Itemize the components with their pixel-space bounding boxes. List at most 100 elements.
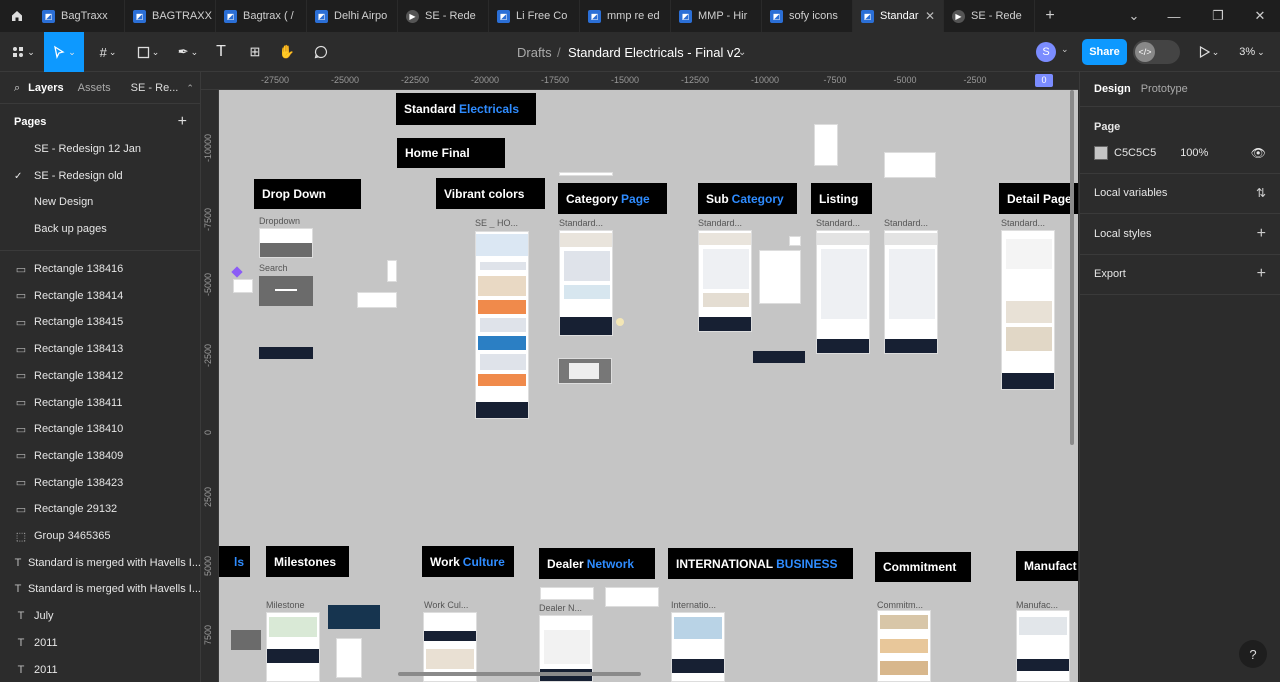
thumbnail-sub-category[interactable]: [698, 230, 752, 332]
layer-row[interactable]: ▭ Rectangle 29132: [0, 496, 200, 522]
thumbnail-small[interactable]: [336, 638, 362, 678]
tab-se-redesign-prototype-2[interactable]: ▶ SE - Rede: [944, 0, 1035, 32]
restore-icon[interactable]: ❐: [1196, 0, 1240, 32]
tab-assets[interactable]: Assets: [78, 82, 111, 94]
thumbnail-small[interactable]: [357, 292, 397, 308]
thumbnail-manufacturing[interactable]: [1016, 610, 1070, 682]
help-button[interactable]: ?: [1239, 640, 1267, 668]
frame-home-final[interactable]: Home Final: [397, 138, 505, 168]
move-tool-icon[interactable]: ⌄: [44, 32, 84, 72]
page-item[interactable]: Back up pages: [0, 216, 200, 242]
frame-commitment[interactable]: Commitment: [875, 552, 971, 582]
thumbnail-listing-popup[interactable]: [884, 152, 936, 178]
layer-row[interactable]: ▭ Rectangle 138412: [0, 363, 200, 389]
thumbnail-small[interactable]: [231, 630, 261, 650]
breadcrumb-drafts[interactable]: Drafts: [517, 32, 552, 72]
resources-icon[interactable]: ⊞: [244, 32, 266, 72]
local-styles-row[interactable]: Local styles +: [1094, 225, 1266, 243]
page-item[interactable]: New Design: [0, 189, 200, 215]
file-name[interactable]: Standard Electricals - Final v2: [568, 32, 741, 72]
page-opacity[interactable]: 100%: [1180, 147, 1208, 159]
text-tool-icon[interactable]: T: [210, 32, 232, 72]
eye-icon[interactable]: 👁: [1251, 146, 1266, 160]
variables-settings-icon[interactable]: ⇅: [1256, 186, 1266, 200]
thumbnail-dropdown[interactable]: [259, 228, 313, 258]
layer-row[interactable]: ⬚ Group 3465365: [0, 523, 200, 549]
frame-cut-left[interactable]: ls: [219, 546, 250, 577]
thumbnail-category-banner[interactable]: [558, 358, 612, 384]
chevron-up-icon[interactable]: ⌃: [186, 83, 194, 94]
hand-tool-icon[interactable]: ✋: [276, 32, 298, 72]
export-row[interactable]: Export +: [1094, 265, 1266, 282]
tab-prototype[interactable]: Prototype: [1141, 83, 1188, 95]
layer-row[interactable]: ▭ Rectangle 138410: [0, 416, 200, 442]
layer-row[interactable]: ▭ Rectangle 138409: [0, 443, 200, 469]
layer-row[interactable]: T Standard is merged with Havells I...: [0, 576, 200, 602]
layer-row[interactable]: ▭ Rectangle 138416: [0, 256, 200, 282]
horizontal-scrollbar[interactable]: [398, 672, 641, 676]
tab-bagtrax[interactable]: ◩ Bagtrax ( /: [216, 0, 307, 32]
main-menu-icon[interactable]: ⌄: [4, 32, 42, 72]
component-icon[interactable]: [231, 266, 243, 278]
minimize-icon[interactable]: —: [1152, 0, 1196, 32]
thumbnail-listing-mobile[interactable]: [814, 124, 838, 166]
thumbnail-detail-page[interactable]: [1001, 230, 1055, 390]
frame-tool-icon[interactable]: # ⌄: [90, 32, 126, 72]
tab-layers[interactable]: Layers: [28, 82, 63, 94]
add-style-plus-icon[interactable]: +: [1257, 225, 1266, 243]
frame-manufacturing[interactable]: Manufact: [1016, 551, 1078, 581]
present-play-icon[interactable]: ⌄: [1196, 32, 1222, 72]
share-button[interactable]: Share: [1082, 39, 1127, 65]
thumbnail-strip[interactable]: [559, 172, 613, 176]
thumbnail-sub-category-grid[interactable]: [759, 250, 801, 304]
page-color-hex[interactable]: C5C5C5: [1114, 147, 1156, 159]
tab-se-redesign-prototype[interactable]: ▶ SE - Rede: [398, 0, 489, 32]
frame-work-culture[interactable]: Work Culture: [422, 546, 514, 577]
add-page-plus-icon[interactable]: +: [178, 113, 187, 131]
thumbnail-small[interactable]: [605, 587, 659, 607]
layer-row[interactable]: ▭ Rectangle 138414: [0, 283, 200, 309]
rectangle-tool-icon[interactable]: ⌄: [130, 32, 166, 72]
thumbnail-search[interactable]: [259, 276, 313, 306]
layer-row[interactable]: T 2011: [0, 630, 200, 656]
tab-design[interactable]: Design: [1094, 83, 1131, 95]
thumbnail-milestones-2[interactable]: [328, 605, 380, 629]
layer-row[interactable]: T 2011: [0, 657, 200, 682]
layer-row[interactable]: T July: [0, 603, 200, 629]
thumbnail-listing-2[interactable]: [884, 230, 938, 354]
thumbnail-milestones[interactable]: [266, 612, 320, 682]
page-dropdown[interactable]: SE - Re...: [131, 82, 179, 94]
close-tab-icon[interactable]: ✕: [925, 9, 935, 23]
design-canvas[interactable]: Standard Electricals Home Final Drop Dow…: [219, 90, 1078, 682]
layer-row[interactable]: T Standard is merged with Havells I...: [0, 550, 200, 576]
chevron-down-icon[interactable]: ⌄: [1061, 44, 1069, 55]
layer-row[interactable]: ▭ Rectangle 138423: [0, 470, 200, 496]
color-swatch[interactable]: [1094, 146, 1108, 160]
layer-row[interactable]: ▭ Rectangle 138415: [0, 309, 200, 335]
tab-mmp-re[interactable]: ◩ mmp re ed: [580, 0, 671, 32]
search-icon[interactable]: ⌕: [14, 82, 20, 95]
page-item[interactable]: SE - Redesign 12 Jan: [0, 136, 200, 162]
frame-vibrant-colors[interactable]: Vibrant colors: [436, 178, 545, 209]
layer-row[interactable]: ▭ Rectangle 138411: [0, 390, 200, 416]
thumbnail-listing[interactable]: [816, 230, 870, 354]
frame-sub-category[interactable]: Sub Category: [698, 183, 797, 214]
chevron-down-icon[interactable]: ⌄: [738, 32, 746, 72]
window-close-icon[interactable]: ✕: [1238, 0, 1280, 32]
comment-tool-icon[interactable]: [310, 32, 332, 72]
frame-listing[interactable]: Listing: [811, 183, 872, 214]
page-item-current[interactable]: ✓ SE - Redesign old: [0, 163, 200, 189]
thumbnail-small[interactable]: [233, 279, 253, 293]
tab-bagtraxx[interactable]: ◩ BagTraxx: [34, 0, 125, 32]
frame-international-business[interactable]: INTERNATIONAL BUSINESS: [668, 548, 853, 579]
avatar[interactable]: S: [1036, 42, 1056, 62]
new-tab-plus-icon[interactable]: +: [1035, 0, 1065, 32]
thumbnail-footer[interactable]: [259, 347, 313, 359]
thumbnail-se-home[interactable]: [475, 231, 529, 419]
tab-mmp-hir[interactable]: ◩ MMP - Hir: [671, 0, 762, 32]
thumbnail-small[interactable]: [540, 587, 594, 600]
thumbnail-international[interactable]: [671, 612, 725, 682]
tab-li-free[interactable]: ◩ Li Free Co: [489, 0, 580, 32]
tab-standard-active[interactable]: ◩ Standar ✕: [853, 0, 944, 32]
tab-bagtraxx-2[interactable]: ◩ BAGTRAXX: [125, 0, 216, 32]
